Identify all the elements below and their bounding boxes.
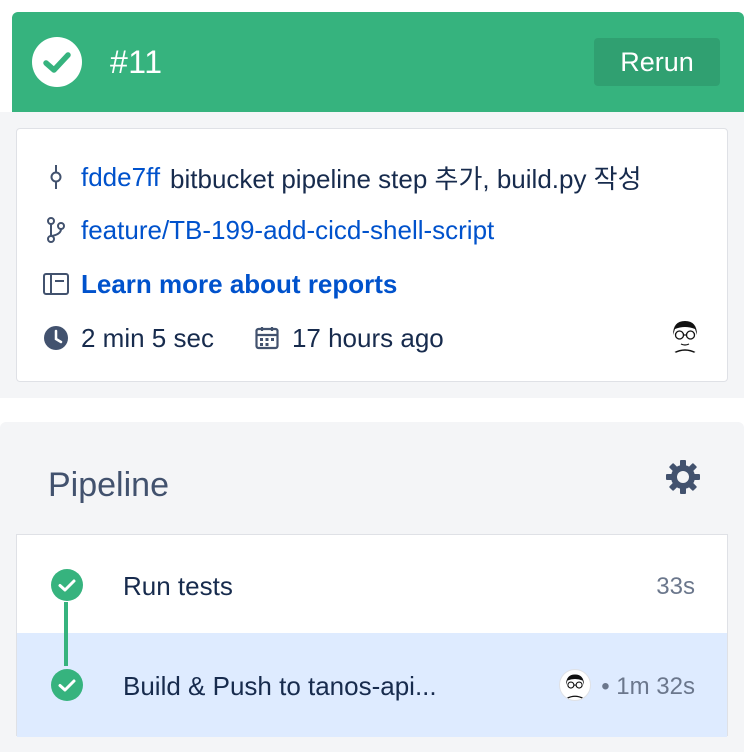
branch-icon <box>43 217 69 243</box>
pipeline-step-run-tests[interactable]: Run tests 33s <box>17 535 727 635</box>
commit-icon <box>43 164 69 190</box>
step-success-icon <box>51 669 83 701</box>
reports-icon <box>43 271 69 297</box>
branch-row: feature/TB-199-add-cicd-shell-script <box>17 212 494 248</box>
pipeline-steps: Run tests 33s Build & Push to tanos-api.… <box>16 534 728 737</box>
learn-more-reports-link[interactable]: Learn more about reports <box>81 269 397 300</box>
build-info-section: fdde7ff bitbucket pipeline step 추가, buil… <box>0 112 744 398</box>
pipeline-section: Pipeline Run tests 33s Build & Push to t… <box>0 422 744 752</box>
step-avatar <box>559 669 591 701</box>
rerun-button[interactable]: Rerun <box>594 38 720 86</box>
commit-hash-link[interactable]: fdde7ff <box>81 162 160 193</box>
build-info-card: fdde7ff bitbucket pipeline step 추가, buil… <box>16 128 728 382</box>
avatar[interactable] <box>665 315 705 355</box>
build-time-ago: 17 hours ago <box>291 322 444 353</box>
gear-icon[interactable] <box>664 458 702 501</box>
branch-link[interactable]: feature/TB-199-add-cicd-shell-script <box>81 215 494 246</box>
pipeline-step-build-push[interactable]: Build & Push to tanos-api... • 1m 32s <box>17 633 727 737</box>
step-label: Build & Push to tanos-api... <box>123 671 437 701</box>
meta-row: 2 min 5 sec 17 hours ago <box>17 320 444 356</box>
build-duration: 2 min 5 sec <box>81 322 214 353</box>
step-connector-line <box>64 602 68 666</box>
commit-message: bitbucket pipeline step 추가, build.py 작성 <box>170 163 642 194</box>
build-status-header: #11 Rerun <box>12 12 744 112</box>
reports-row: Learn more about reports <box>17 266 397 302</box>
check-circle-icon <box>32 37 82 87</box>
commit-row: fdde7ff bitbucket pipeline step 추가, buil… <box>17 159 642 195</box>
step-success-icon <box>51 569 83 601</box>
calendar-icon <box>254 325 280 351</box>
build-number: #11 <box>110 44 163 80</box>
clock-icon <box>43 325 69 351</box>
step-duration: • 1m 32s <box>601 673 695 700</box>
step-duration: 33s <box>656 573 695 600</box>
step-label: Run tests <box>123 571 233 601</box>
pipeline-title: Pipeline <box>48 466 169 504</box>
